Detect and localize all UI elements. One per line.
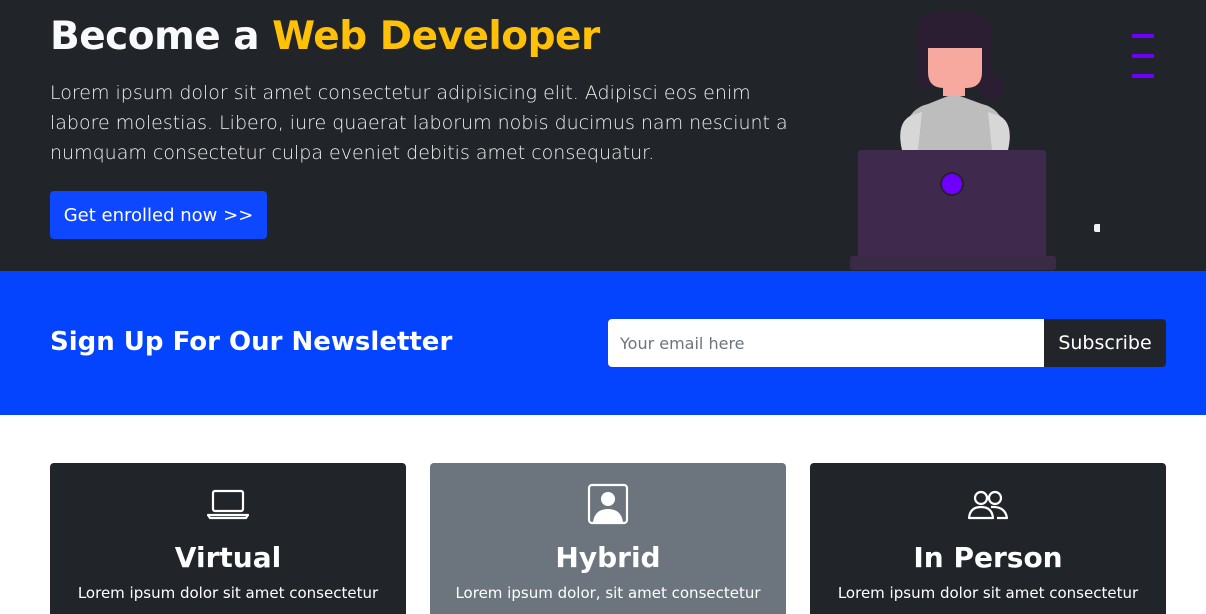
- hero-description: Lorem ipsum dolor sit amet consectetur a…: [50, 82, 788, 164]
- desk-shape: [850, 256, 1056, 270]
- hero-title-prefix: Become a: [50, 14, 273, 59]
- course-cards-section: Virtual Lorem ipsum dolor sit amet conse…: [0, 415, 1206, 614]
- card-text: Lorem ipsum dolor sit amet consectetur: [77, 584, 379, 602]
- subscribe-button[interactable]: Subscribe: [1044, 319, 1166, 367]
- hair-bun-shape: [980, 76, 1004, 100]
- card-title: Hybrid: [555, 541, 661, 574]
- laptop-shape: [858, 150, 1046, 260]
- card-title: Virtual: [174, 541, 282, 574]
- newsletter-form: Subscribe: [608, 319, 1166, 367]
- card-virtual: Virtual Lorem ipsum dolor sit amet conse…: [50, 463, 406, 614]
- get-enrolled-button[interactable]: Get enrolled now >>: [50, 191, 267, 239]
- card-in-person: In Person Lorem ipsum dolor sit amet con…: [810, 463, 1166, 614]
- email-input[interactable]: [608, 319, 1044, 367]
- laptop-icon: [207, 489, 249, 520]
- people-icon: [967, 490, 1009, 520]
- card-text: Lorem ipsum dolor sit amet consectetur: [837, 584, 1139, 602]
- menu-toggle-button[interactable]: [1110, 30, 1160, 82]
- card-hybrid: Hybrid Lorem ipsum dolor, sit amet conse…: [430, 463, 786, 614]
- newsletter-title: Sign Up For Our Newsletter: [50, 327, 453, 357]
- hero-section: Become a Web Developer Lorem ipsum dolor…: [0, 0, 1206, 271]
- card-text: Lorem ipsum dolor, sit amet consectetur: [455, 584, 761, 602]
- hero-title-accent: Web Developer: [272, 14, 600, 59]
- laptop-logo-shape: [940, 172, 964, 196]
- menu-line-icon: [1132, 74, 1154, 78]
- bangs-shape: [924, 20, 990, 48]
- hero-title: Become a Web Developer: [50, 14, 600, 59]
- menu-line-icon: [1132, 54, 1154, 58]
- face-shape: [928, 48, 982, 88]
- developer-illustration: [850, 12, 1100, 270]
- newsletter-section: Sign Up For Our Newsletter Subscribe: [0, 271, 1206, 415]
- menu-line-icon: [1132, 34, 1154, 38]
- cup-lid-shape: [1094, 224, 1100, 232]
- card-title: In Person: [913, 541, 1063, 574]
- person-badge-icon: [587, 483, 629, 525]
